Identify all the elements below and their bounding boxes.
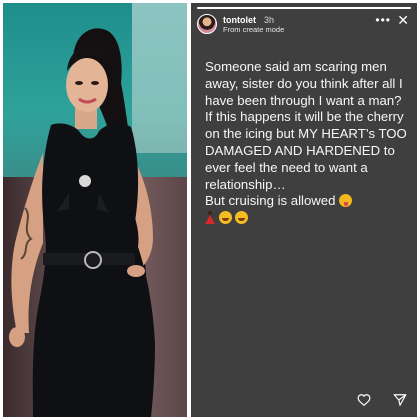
send-icon[interactable] [393,393,407,407]
close-icon[interactable]: ✕ [397,13,409,27]
story-header: tontolet 3h From create mode ••• ✕ [197,13,411,36]
story-progress-bar [197,7,411,9]
story-card: tontolet 3h From create mode ••• ✕ Someo… [191,3,417,417]
story-line-1: Someone said am scaring men away, sister… [205,59,403,108]
username[interactable]: tontolet [223,15,256,25]
face-with-tongue-emoji-icon [339,194,353,208]
story-text: Someone said am scaring men away, sister… [205,59,409,227]
dancer-emoji-icon [205,211,215,225]
profile-photo [3,3,187,417]
hugging-face-emoji-icon-2 [235,211,249,225]
more-horizontal-icon[interactable]: ••• [375,14,391,26]
heart-icon[interactable] [357,393,371,407]
avatar[interactable] [197,14,217,34]
hugging-face-emoji-icon [218,211,232,225]
emoji-row [205,210,409,227]
woman-figure-illustration [9,28,155,417]
story-progress-fill [197,7,411,9]
post-time: 3h [264,15,275,25]
story-subtitle: From create mode [223,25,285,34]
story-line-3-text: But cruising is allowed [205,193,336,209]
story-actions [357,393,407,407]
story-line-3: But cruising is allowed [205,193,409,210]
story-line-2: If this happens it will be the cherry on… [205,109,407,192]
